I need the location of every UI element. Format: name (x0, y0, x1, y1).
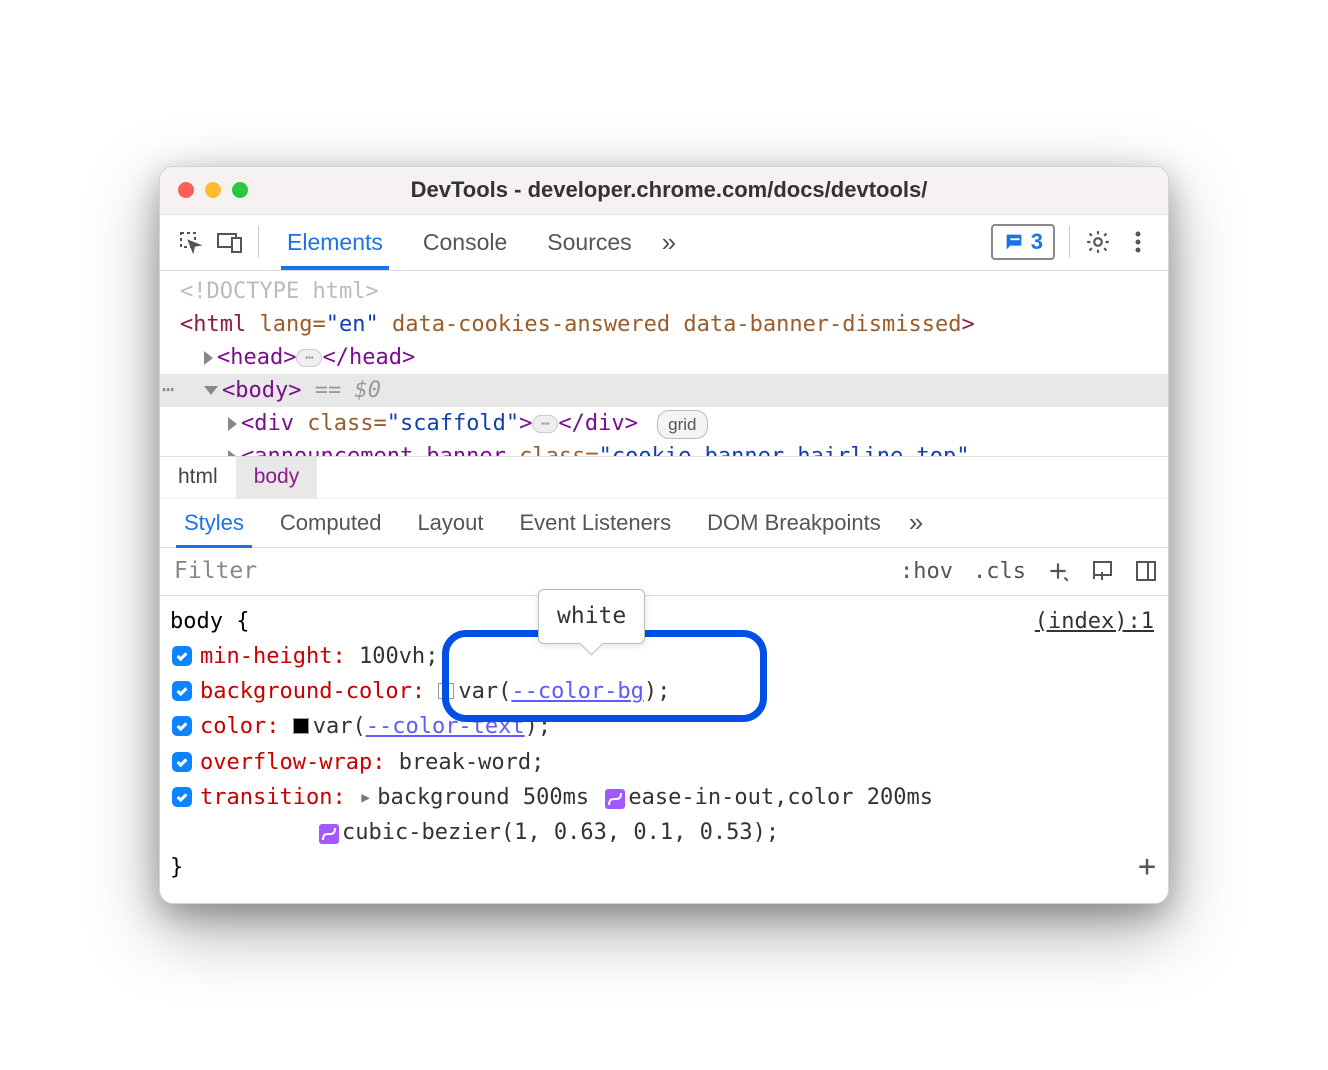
easing-editor-icon[interactable] (319, 824, 339, 844)
class-list-button[interactable]: .cls (963, 548, 1036, 595)
color-swatch-white[interactable] (438, 683, 454, 699)
filter-input[interactable] (160, 548, 890, 595)
expand-icon[interactable] (228, 417, 237, 431)
copy-styles-icon[interactable] (1080, 559, 1124, 583)
crumb-body[interactable]: body (236, 457, 318, 498)
styles-rule-block[interactable]: (index):1 body { min-height: 100vh; back… (160, 596, 1168, 904)
expand-value-icon[interactable]: ▸ (359, 780, 372, 815)
dom-html-tag[interactable]: <html lang="en" data-cookies-answered da… (180, 308, 1160, 341)
prop-checkbox[interactable] (172, 716, 192, 736)
expand-icon[interactable] (228, 450, 237, 456)
subtab-layout[interactable]: Layout (399, 499, 501, 547)
color-swatch-black[interactable] (293, 718, 309, 734)
computed-panel-icon[interactable] (1124, 559, 1168, 583)
prop-color[interactable]: color: var(--color-text); (170, 709, 1158, 744)
more-subtabs-icon[interactable]: » (899, 499, 933, 547)
dom-div-scaffold[interactable]: <div class="scaffold">⋯</div> grid (180, 407, 1160, 440)
window-title: DevTools - developer.chrome.com/docs/dev… (188, 177, 1150, 203)
selector[interactable]: body { (170, 604, 1158, 639)
subtab-dom-breakpoints[interactable]: DOM Breakpoints (689, 499, 899, 547)
prop-checkbox[interactable] (172, 787, 192, 807)
prop-min-height[interactable]: min-height: 100vh; (170, 639, 1158, 674)
divider (258, 226, 259, 258)
subtab-styles[interactable]: Styles (166, 499, 262, 547)
prop-background-color[interactable]: background-color: var(--color-bg); (170, 674, 1158, 709)
row-actions-icon[interactable]: ⋯ (162, 374, 174, 404)
subtab-event-listeners[interactable]: Event Listeners (502, 499, 690, 547)
main-tabs: Elements Console Sources » (267, 215, 686, 270)
collapse-icon[interactable] (204, 386, 218, 395)
crumb-html[interactable]: html (160, 457, 236, 498)
tab-console[interactable]: Console (403, 215, 527, 270)
css-var-link[interactable]: --color-bg (511, 679, 643, 704)
expand-icon[interactable] (204, 351, 213, 365)
inspect-element-icon[interactable] (170, 222, 210, 262)
prop-checkbox[interactable] (172, 681, 192, 701)
dom-head-tag[interactable]: <head>⋯</head> (180, 341, 1160, 374)
subtab-computed[interactable]: Computed (262, 499, 400, 547)
issues-count: 3 (1031, 229, 1043, 255)
rule-close: } (170, 850, 1158, 885)
kebab-menu-icon[interactable] (1118, 222, 1158, 262)
tab-elements[interactable]: Elements (267, 215, 403, 270)
breadcrumb: html body (160, 456, 1168, 498)
devtools-window: DevTools - developer.chrome.com/docs/dev… (159, 166, 1169, 905)
dom-announcement-banner[interactable]: <announcement-banner class="cookie-banne… (180, 440, 1160, 456)
prop-transition[interactable]: transition: ▸background 500ms ease-in-ou… (170, 780, 1158, 850)
collapsed-icon[interactable]: ⋯ (532, 415, 558, 433)
main-toolbar: Elements Console Sources » 3 (160, 215, 1168, 271)
issues-badge[interactable]: 3 (991, 224, 1055, 260)
settings-gear-icon[interactable] (1078, 222, 1118, 262)
divider (1069, 226, 1070, 258)
titlebar: DevTools - developer.chrome.com/docs/dev… (160, 167, 1168, 215)
dom-tree[interactable]: <!DOCTYPE html> <html lang="en" data-coo… (160, 271, 1168, 456)
styles-subtabs: Styles Computed Layout Event Listeners D… (160, 498, 1168, 548)
device-toggle-icon[interactable] (210, 222, 250, 262)
grid-badge[interactable]: grid (657, 410, 707, 440)
dom-doctype[interactable]: <!DOCTYPE html> (180, 275, 1160, 308)
source-link[interactable]: (index):1 (1035, 604, 1154, 639)
prop-checkbox[interactable] (172, 646, 192, 666)
more-tabs-icon[interactable]: » (652, 215, 686, 270)
hover-state-button[interactable]: :hov (890, 548, 963, 595)
styles-filter-row: :hov .cls (160, 548, 1168, 596)
css-var-link[interactable]: --color-text (366, 714, 525, 739)
dom-body-tag-selected[interactable]: ⋯ <body> == $0 (160, 374, 1168, 407)
add-declaration-icon[interactable]: + (1138, 843, 1156, 891)
easing-editor-icon[interactable] (605, 789, 625, 809)
collapsed-icon[interactable]: ⋯ (296, 349, 322, 367)
prop-checkbox[interactable] (172, 752, 192, 772)
new-style-rule-icon[interactable] (1036, 558, 1080, 584)
tab-sources[interactable]: Sources (527, 215, 651, 270)
prop-overflow-wrap[interactable]: overflow-wrap: break-word; (170, 745, 1158, 780)
value-tooltip: white (538, 589, 645, 644)
